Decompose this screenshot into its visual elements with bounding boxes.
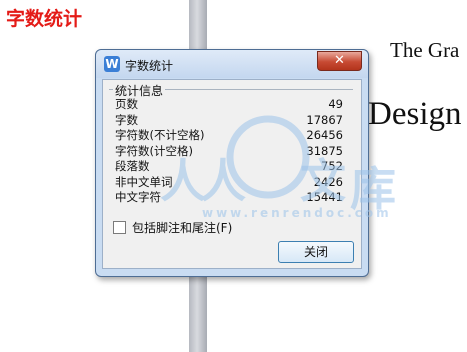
include-footnotes-checkbox[interactable] xyxy=(113,221,126,234)
include-footnotes-option[interactable]: 包括脚注和尾注(F) xyxy=(113,219,232,236)
stat-label: 中文字符 xyxy=(115,190,161,204)
stat-value: 26456 xyxy=(306,128,343,142)
stat-label: 非中文单词 xyxy=(115,174,173,189)
stat-row: 字符数(不计空格) 26456 xyxy=(115,128,343,144)
stat-value: 15441 xyxy=(306,190,343,204)
stat-row: 页数 49 xyxy=(115,97,343,113)
close-icon[interactable]: ✕ xyxy=(317,51,362,71)
close-button[interactable]: 关闭 xyxy=(278,241,354,263)
stat-label: 页数 xyxy=(115,97,138,111)
stat-label: 字符数(不计空格) xyxy=(115,128,205,142)
stat-value: 31875 xyxy=(306,143,343,158)
stat-row: 段落数 752 xyxy=(115,159,343,175)
page-title: 字数统计 xyxy=(6,8,83,30)
stat-value: 49 xyxy=(328,97,343,111)
stat-value: 17867 xyxy=(306,112,343,127)
stats-list: 页数 49 字数 17867 字符数(不计空格) 26456 字符数(计空格) … xyxy=(115,97,343,206)
dialog-titlebar[interactable]: W 字数统计 ✕ xyxy=(96,50,368,78)
stat-row: 字数 17867 xyxy=(115,113,343,129)
stat-label: 字符数(计空格) xyxy=(115,143,193,158)
background-text-heading: The Gra xyxy=(390,38,460,62)
include-footnotes-label[interactable]: 包括脚注和尾注(F) xyxy=(132,219,232,236)
stat-row: 中文字符 15441 xyxy=(115,190,343,206)
stat-value: 752 xyxy=(321,159,343,173)
dialog-title: 字数统计 xyxy=(125,59,174,73)
dialog-body: 统计信息 页数 49 字数 17867 字符数(不计空格) 26456 字符数(… xyxy=(102,79,362,269)
stat-label: 字数 xyxy=(115,112,138,127)
wps-writer-icon: W xyxy=(104,56,120,72)
word-count-dialog: W 字数统计 ✕ 统计信息 页数 49 字数 17867 字符数(不计空格) 2… xyxy=(95,49,369,277)
stat-value: 2426 xyxy=(313,174,343,189)
stat-row: 字符数(计空格) 31875 xyxy=(115,144,343,160)
stat-label: 段落数 xyxy=(115,159,150,173)
background-text-design: Design xyxy=(368,96,462,132)
stat-row: 非中文单词 2426 xyxy=(115,175,343,191)
